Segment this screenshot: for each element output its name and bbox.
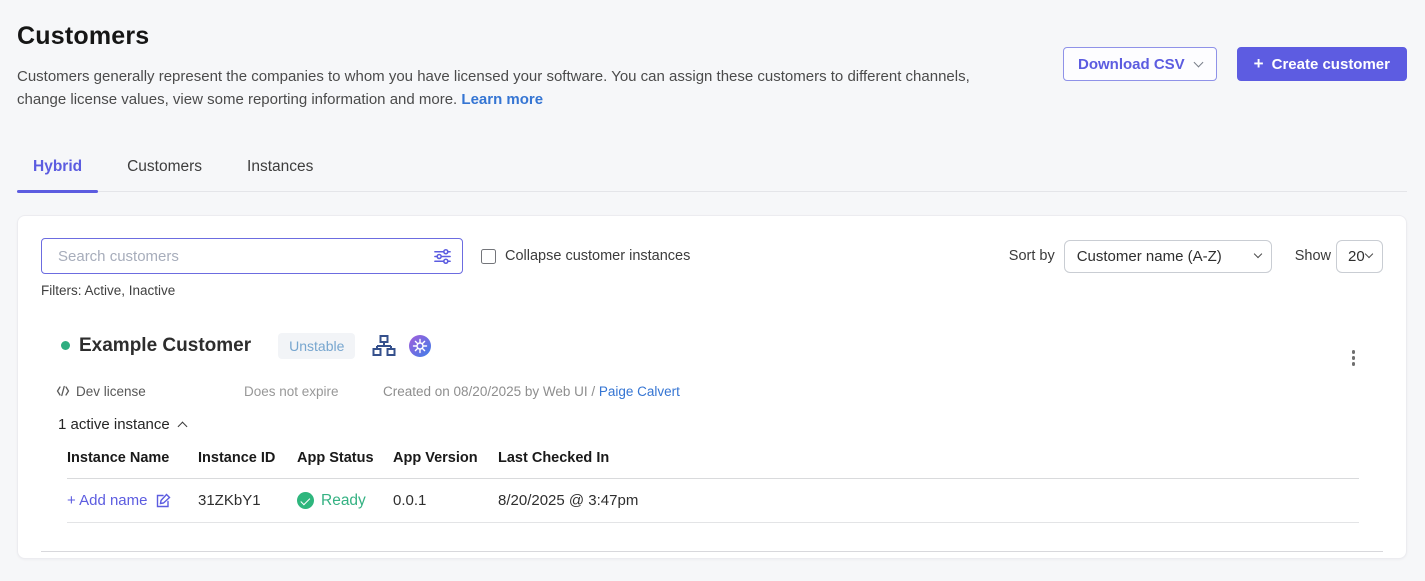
search-input[interactable] <box>41 238 463 274</box>
download-csv-label: Download CSV <box>1078 56 1185 73</box>
toolbar: Collapse customer instances Sort by Cust… <box>41 238 1383 274</box>
created-text: Created on 08/20/2025 by Web UI / <box>383 384 599 399</box>
collapse-instances-checkbox[interactable] <box>481 249 496 264</box>
show-control: Show 20 <box>1295 240 1383 273</box>
instances-table-header: Instance Name Instance ID App Status App… <box>67 450 1359 479</box>
page-title: Customers <box>17 22 1407 50</box>
instances-summary-toggle[interactable]: 1 active instance <box>58 416 1383 433</box>
collapse-instances-label: Collapse customer instances <box>505 248 690 264</box>
license-expiration: Does not expire <box>244 384 383 399</box>
chevron-down-icon <box>1253 250 1261 258</box>
col-last-checked-in: Last Checked In <box>498 450 1359 466</box>
sort-select-value: Customer name (A-Z) <box>1077 248 1222 265</box>
add-name-link[interactable]: + Add name <box>67 492 147 509</box>
chevron-down-icon <box>1193 57 1203 67</box>
license-type-label: Dev license <box>76 384 146 399</box>
col-app-version: App Version <box>393 450 498 466</box>
customer-actions-menu[interactable] <box>1349 347 1359 369</box>
channel-badge: Unstable <box>278 333 355 359</box>
app-version-cell: 0.0.1 <box>393 492 498 509</box>
tab-instances[interactable]: Instances <box>231 158 329 191</box>
search-wrap <box>41 238 463 274</box>
col-instance-name: Instance Name <box>67 450 198 466</box>
app-status-text: Ready <box>321 492 366 510</box>
chevron-up-icon <box>177 422 187 432</box>
created-by-link[interactable]: Paige Calvert <box>599 384 680 399</box>
active-status-dot <box>61 341 70 350</box>
license-type: Dev license <box>56 384 244 399</box>
filter-sliders-icon[interactable] <box>433 247 452 266</box>
instances-table: Instance Name Instance ID App Status App… <box>67 450 1359 523</box>
show-select-value: 20 <box>1348 248 1365 265</box>
customer-name[interactable]: Example Customer <box>79 335 251 357</box>
customer-bottom-divider <box>41 551 1383 552</box>
last-checked-in-cell: 8/20/2025 @ 3:47pm <box>498 492 1359 509</box>
license-info-row: Dev license Does not expire Created on 0… <box>56 384 1383 399</box>
instance-id-cell: 31ZKbY1 <box>198 492 297 509</box>
sort-select[interactable]: Customer name (A-Z) <box>1064 240 1272 273</box>
kubernetes-icon <box>409 335 431 357</box>
active-filters-text: Filters: Active, Inactive <box>41 283 1383 298</box>
tab-bar: Hybrid Customers Instances <box>17 158 1407 192</box>
license-created: Created on 08/20/2025 by Web UI / Paige … <box>383 384 680 399</box>
show-label: Show <box>1295 248 1331 264</box>
customer-header-row: Example Customer Unstable <box>61 323 1383 369</box>
install-type-icons <box>372 334 431 358</box>
col-instance-id: Instance ID <box>198 450 297 466</box>
page-description: Customers generally represent the compan… <box>17 66 982 111</box>
edit-icon[interactable] <box>155 492 172 509</box>
code-icon <box>56 385 70 397</box>
sort-by-label: Sort by <box>1009 248 1055 264</box>
col-app-status: App Status <box>297 450 393 466</box>
customers-card: Collapse customer instances Sort by Cust… <box>17 215 1407 559</box>
header-actions: Download CSV + Create customer <box>1063 47 1407 81</box>
collapse-instances-control: Collapse customer instances <box>481 248 690 264</box>
chevron-down-icon <box>1365 250 1373 258</box>
create-customer-button[interactable]: + Create customer <box>1237 47 1407 81</box>
plus-icon: + <box>1254 54 1264 74</box>
tab-hybrid[interactable]: Hybrid <box>17 158 98 191</box>
instance-name-cell: + Add name <box>67 492 198 509</box>
tab-customers[interactable]: Customers <box>111 158 218 191</box>
instance-row: + Add name 31ZKbY1 Ready 0.0.1 <box>67 479 1359 523</box>
instances-summary-label: 1 active instance <box>58 416 170 433</box>
app-status-cell: Ready <box>297 492 393 510</box>
show-select[interactable]: 20 <box>1336 240 1383 273</box>
learn-more-link[interactable]: Learn more <box>461 91 543 108</box>
customer-item: Example Customer Unstable <box>41 323 1383 552</box>
sitemap-icon <box>372 334 396 358</box>
check-circle-icon <box>297 492 314 509</box>
customers-page: Customers Customers generally represent … <box>0 0 1425 559</box>
download-csv-button[interactable]: Download CSV <box>1063 47 1217 81</box>
create-customer-label: Create customer <box>1272 56 1390 73</box>
sort-controls: Sort by Customer name (A-Z) Show 20 <box>1009 240 1383 273</box>
